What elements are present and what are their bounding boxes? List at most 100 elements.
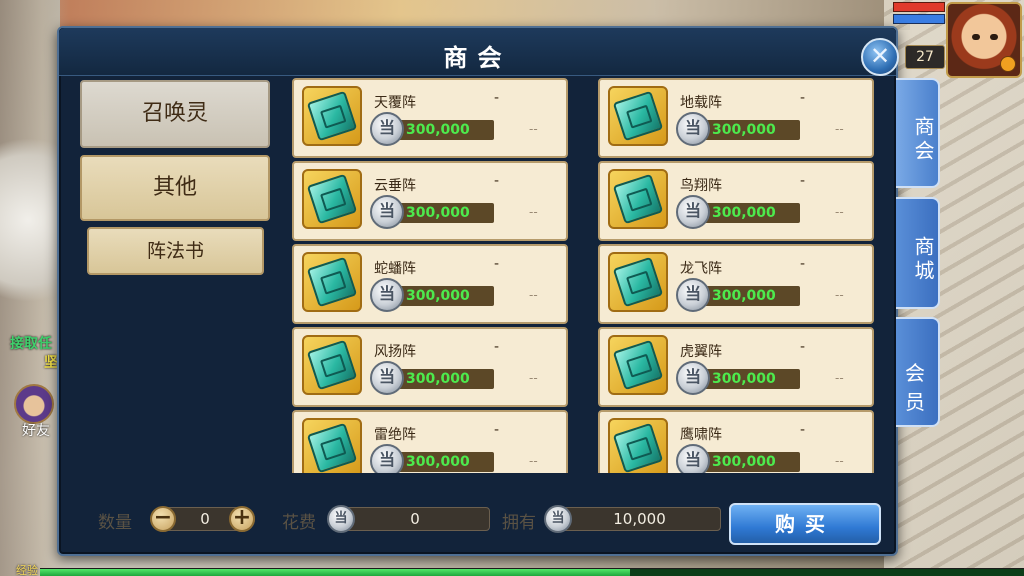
- tab-shop[interactable]: 商会: [896, 78, 940, 188]
- item-price: 300,000: [696, 452, 800, 472]
- item-card[interactable]: 鸟翔阵 -300,000 当 --: [598, 161, 874, 241]
- silver-coin-icon: 当: [370, 444, 404, 473]
- formation-book-icon: [302, 252, 362, 312]
- item-owned: --: [835, 454, 844, 468]
- item-card[interactable]: 风扬阵 -300,000 当 --: [292, 327, 568, 407]
- book-pattern: [626, 187, 653, 212]
- silver-coin-icon: 当: [370, 361, 404, 395]
- friend-avatar-icon[interactable]: [14, 384, 54, 424]
- panel-title: 商会: [443, 44, 512, 72]
- item-card[interactable]: 鹰啸阵 -300,000 当 --: [598, 410, 874, 473]
- item-name: 天覆阵: [374, 95, 416, 111]
- avatar-badge-icon: [1000, 56, 1016, 72]
- formation-book-icon: [302, 418, 362, 473]
- item-owned: --: [835, 371, 844, 385]
- item-price: 300,000: [696, 286, 800, 306]
- quantity-label: 数量: [98, 513, 132, 533]
- tab-mall[interactable]: 商城: [896, 197, 940, 309]
- item-price: 300,000: [696, 203, 800, 223]
- silver-coin-icon: 当: [676, 361, 710, 395]
- player-level: 27: [905, 45, 945, 69]
- formation-book-icon: [608, 335, 668, 395]
- friend-label[interactable]: 好友: [22, 420, 50, 440]
- book-icon: [306, 422, 358, 473]
- item-owned: --: [835, 205, 844, 219]
- book-pattern: [320, 353, 347, 378]
- quest-tracker-text[interactable]: 接取任: [10, 333, 52, 353]
- book-icon: [612, 173, 664, 225]
- silver-coin-icon: 当: [676, 112, 710, 146]
- close-button[interactable]: ✕: [861, 38, 899, 76]
- plus-icon[interactable]: +: [229, 506, 255, 532]
- item-price: 300,000: [696, 369, 800, 389]
- book-icon: [612, 256, 664, 308]
- owned-value: 10,000: [558, 507, 721, 531]
- item-stock: -: [800, 422, 806, 438]
- item-stock: -: [494, 422, 500, 438]
- book-pattern: [626, 104, 653, 129]
- item-card[interactable]: 虎翼阵 -300,000 当 --: [598, 327, 874, 407]
- item-owned: --: [835, 288, 844, 302]
- buy-button[interactable]: 购买: [729, 503, 881, 545]
- panel-titlebar: 商会: [59, 28, 896, 76]
- avatar-eye-icon: [990, 34, 998, 40]
- exp-bar-fill: [40, 569, 631, 576]
- book-icon: [612, 422, 664, 473]
- item-name: 鸟翔阵: [680, 178, 722, 194]
- book-pattern: [320, 436, 347, 461]
- book-icon: [612, 339, 664, 391]
- item-card[interactable]: 云垂阵 -300,000 当 --: [292, 161, 568, 241]
- category-summon-button[interactable]: 召唤灵: [80, 80, 270, 148]
- item-price: 300,000: [390, 452, 494, 472]
- silver-coin-icon: 当: [676, 444, 710, 473]
- item-name: 鹰啸阵: [680, 427, 722, 443]
- item-name: 风扬阵: [374, 344, 416, 360]
- formation-book-icon: [302, 335, 362, 395]
- item-stock: -: [800, 339, 806, 355]
- item-stock: -: [494, 90, 500, 106]
- item-stock: -: [800, 90, 806, 106]
- item-card[interactable]: 蛇蟠阵 -300,000 当 --: [292, 244, 568, 324]
- book-icon: [306, 173, 358, 225]
- formation-book-icon: [302, 169, 362, 229]
- item-card[interactable]: 天覆阵 -300,000 当 --: [292, 78, 568, 158]
- book-icon: [306, 256, 358, 308]
- item-name: 地载阵: [680, 95, 722, 111]
- item-grid[interactable]: 天覆阵 -300,000 当 -- 地载阵 -300,000 当 -- 云垂阵 -300,000 当…: [292, 78, 882, 473]
- book-pattern: [320, 104, 347, 129]
- silver-coin-icon: 当: [327, 505, 355, 533]
- formation-book-icon: [608, 86, 668, 146]
- item-owned: --: [529, 205, 538, 219]
- item-name: 蛇蟠阵: [374, 261, 416, 277]
- mp-bar: [893, 14, 945, 24]
- exp-bar: [40, 568, 1024, 576]
- item-stock: -: [494, 339, 500, 355]
- player-avatar[interactable]: [946, 2, 1022, 78]
- hp-bar: [893, 2, 945, 12]
- formation-book-icon: [608, 169, 668, 229]
- item-name: 虎翼阵: [680, 344, 722, 360]
- formation-book-icon: [608, 418, 668, 473]
- item-owned: --: [835, 122, 844, 136]
- minus-icon[interactable]: −: [150, 506, 176, 532]
- silver-coin-icon: 当: [370, 195, 404, 229]
- book-icon: [612, 90, 664, 142]
- silver-coin-icon: 当: [544, 505, 572, 533]
- item-card[interactable]: 雷绝阵 -300,000 当 --: [292, 410, 568, 473]
- item-name: 龙飞阵: [680, 261, 722, 277]
- category-formation-book-button[interactable]: 阵法书: [87, 227, 264, 275]
- tab-vip[interactable]: 会员: [896, 317, 940, 427]
- category-other-button[interactable]: 其他: [80, 155, 270, 221]
- item-owned: --: [529, 122, 538, 136]
- item-card[interactable]: 地载阵 -300,000 当 --: [598, 78, 874, 158]
- book-icon: [306, 90, 358, 142]
- player-status-bars: [893, 2, 945, 24]
- item-card[interactable]: 龙飞阵 -300,000 当 --: [598, 244, 874, 324]
- silver-coin-icon: 当: [676, 195, 710, 229]
- item-owned: --: [529, 371, 538, 385]
- book-pattern: [626, 436, 653, 461]
- item-stock: -: [494, 256, 500, 272]
- quest-tracker-subtext: 坚: [44, 355, 58, 371]
- item-owned: --: [529, 288, 538, 302]
- formation-book-icon: [608, 252, 668, 312]
